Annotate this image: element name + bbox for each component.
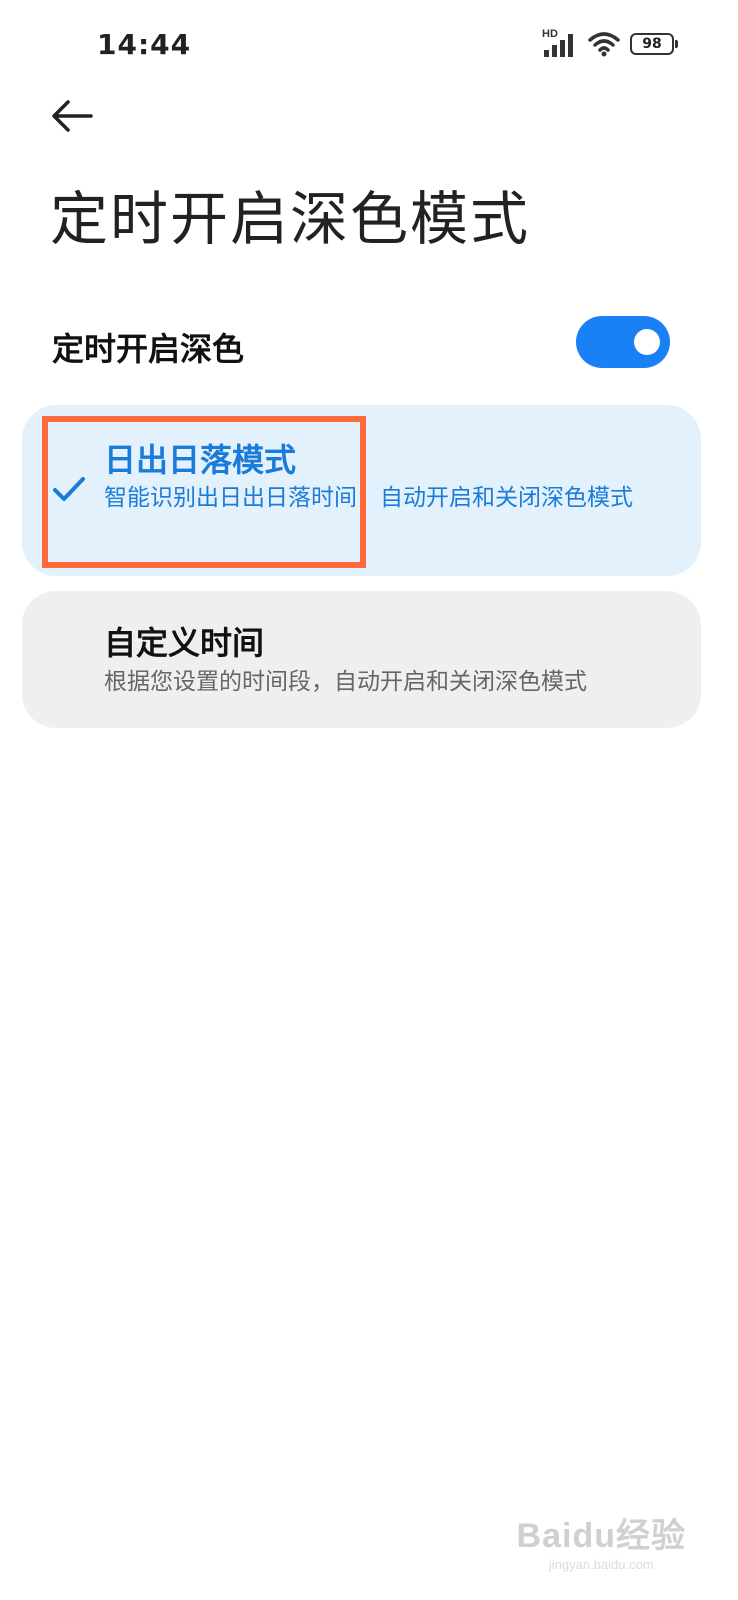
back-button[interactable] — [50, 96, 98, 140]
option-title: 自定义时间 — [104, 624, 265, 662]
battery-level: 98 — [642, 36, 662, 52]
checkmark-icon — [53, 477, 85, 501]
schedule-dark-mode-toggle[interactable] — [576, 316, 670, 368]
toggle-knob — [634, 329, 660, 355]
watermark: Baidu经验 jingyan.baidu.com — [517, 1508, 686, 1572]
watermark-brand: Baidu经验 — [516, 1517, 686, 1555]
wifi-icon — [588, 31, 620, 57]
option-sunrise-sunset[interactable]: 日出日落模式 智能识别出日出日落时间，自动开启和关闭深色模式 — [22, 405, 701, 576]
schedule-dark-mode-row: 定时开启深色 — [0, 300, 738, 390]
watermark-url: jingyan.baidu.com — [548, 1557, 654, 1572]
status-bar: 14:44 HD 98 — [0, 0, 738, 90]
schedule-dark-mode-label: 定时开启深色 — [52, 330, 245, 368]
status-time: 14:44 — [97, 28, 192, 61]
option-custom-time[interactable]: 自定义时间 根据您设置的时间段，自动开启和关闭深色模式 — [22, 591, 701, 728]
battery-icon: 98 — [630, 33, 678, 55]
option-description: 智能识别出日出日落时间，自动开启和关闭深色模式 — [104, 485, 633, 511]
signal-icon: HD — [542, 28, 578, 58]
status-icons: HD 98 — [542, 28, 678, 58]
option-title: 日出日落模式 — [104, 441, 297, 479]
option-description: 根据您设置的时间段，自动开启和关闭深色模式 — [104, 669, 587, 695]
page-title: 定时开启深色模式 — [50, 185, 531, 253]
back-arrow-icon — [52, 100, 93, 132]
